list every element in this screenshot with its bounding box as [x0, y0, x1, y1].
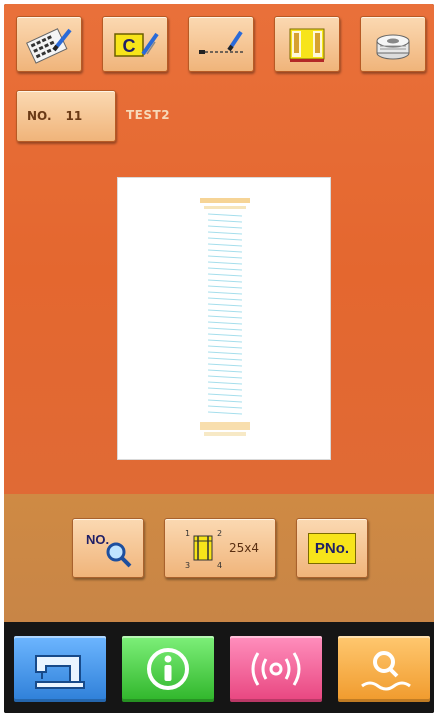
stitch-line	[207, 231, 243, 235]
stitch-line	[207, 255, 243, 259]
stitch-line	[207, 261, 243, 265]
device-screen: C NO. 11 TEST2 NO. 1 2 3 4 25x4 PNo.	[4, 4, 434, 713]
bobbin-button[interactable]	[360, 16, 426, 72]
stitch-line	[207, 369, 243, 373]
stitch-line	[207, 381, 243, 385]
pattern-name: TEST2	[126, 108, 171, 122]
pno-button[interactable]: PNo.	[296, 518, 368, 578]
stitch-line	[207, 285, 243, 289]
stitch-line	[207, 267, 243, 271]
scale-marker: 2	[217, 529, 222, 538]
stitch-line	[207, 363, 243, 367]
main-panel: C NO. 11 TEST2	[4, 4, 434, 494]
stitch-line	[207, 339, 243, 343]
stitch-line	[207, 273, 243, 277]
mode-search-icon	[361, 651, 411, 691]
scale-marker: 3	[185, 561, 190, 570]
stitch-line	[207, 291, 243, 295]
copy-c-icon: C	[114, 32, 159, 57]
stitch-line	[207, 243, 243, 247]
info-button[interactable]	[122, 636, 214, 702]
stitch-line	[207, 297, 243, 301]
stitch-pattern-graphic	[200, 198, 250, 436]
stitch-line	[207, 279, 243, 283]
copy-button[interactable]: C	[102, 16, 168, 72]
stitch-line	[207, 393, 243, 397]
mode-search-button[interactable]	[338, 636, 430, 702]
pattern-number-label: NO.	[27, 109, 52, 123]
scale-marker: 4	[217, 561, 222, 570]
pattern-edit-icon	[26, 28, 72, 64]
stitch-line	[207, 237, 243, 241]
stitch-line	[207, 345, 243, 349]
folder-window-button[interactable]	[274, 16, 340, 72]
scale-value: 25x4	[228, 541, 259, 555]
bottom-nav	[4, 622, 434, 713]
pattern-preview	[117, 177, 331, 460]
sewing-path-icon	[199, 30, 243, 54]
info-icon	[147, 648, 189, 690]
communication-button[interactable]	[230, 636, 322, 702]
pno-label: PNo.	[307, 532, 357, 564]
stitch-line	[207, 357, 243, 361]
stitch-line	[207, 327, 243, 331]
stitch-line	[207, 213, 243, 217]
stitch-line	[207, 249, 243, 253]
stitch-line	[207, 309, 243, 313]
pattern-edit-button[interactable]	[16, 16, 82, 72]
action-panel: NO. 1 2 3 4 25x4 PNo.	[4, 494, 434, 622]
scale-icon: 1 2 3 4	[185, 529, 222, 570]
folder-window-icon	[289, 28, 325, 62]
stitch-line	[207, 225, 243, 229]
sewing-path-button[interactable]	[188, 16, 254, 72]
stitch-line	[207, 387, 243, 391]
bobbin-icon	[376, 34, 410, 60]
stitch-line	[207, 375, 243, 379]
communication-icon	[251, 652, 301, 686]
stitch-line	[207, 219, 243, 223]
scale-marker: 1	[185, 529, 190, 538]
stitch-line	[207, 321, 243, 325]
sewing-mode-button[interactable]	[14, 636, 106, 702]
stitch-line	[207, 405, 243, 409]
sewing-machine-icon	[35, 655, 85, 689]
number-search-icon: NO.	[86, 532, 132, 568]
scale-button[interactable]: 1 2 3 4 25x4	[164, 518, 276, 578]
stitch-line	[207, 411, 243, 415]
stitch-line	[207, 303, 243, 307]
stitch-line	[207, 315, 243, 319]
pattern-number-value: 11	[65, 109, 83, 123]
svg-text:C: C	[123, 36, 136, 56]
stitch-line	[207, 333, 243, 337]
stitch-line	[207, 351, 243, 355]
pattern-number-button[interactable]: NO. 11	[16, 90, 116, 142]
search-label: NO.	[86, 532, 109, 547]
stitch-line	[207, 399, 243, 403]
pattern-search-button[interactable]: NO.	[72, 518, 144, 578]
